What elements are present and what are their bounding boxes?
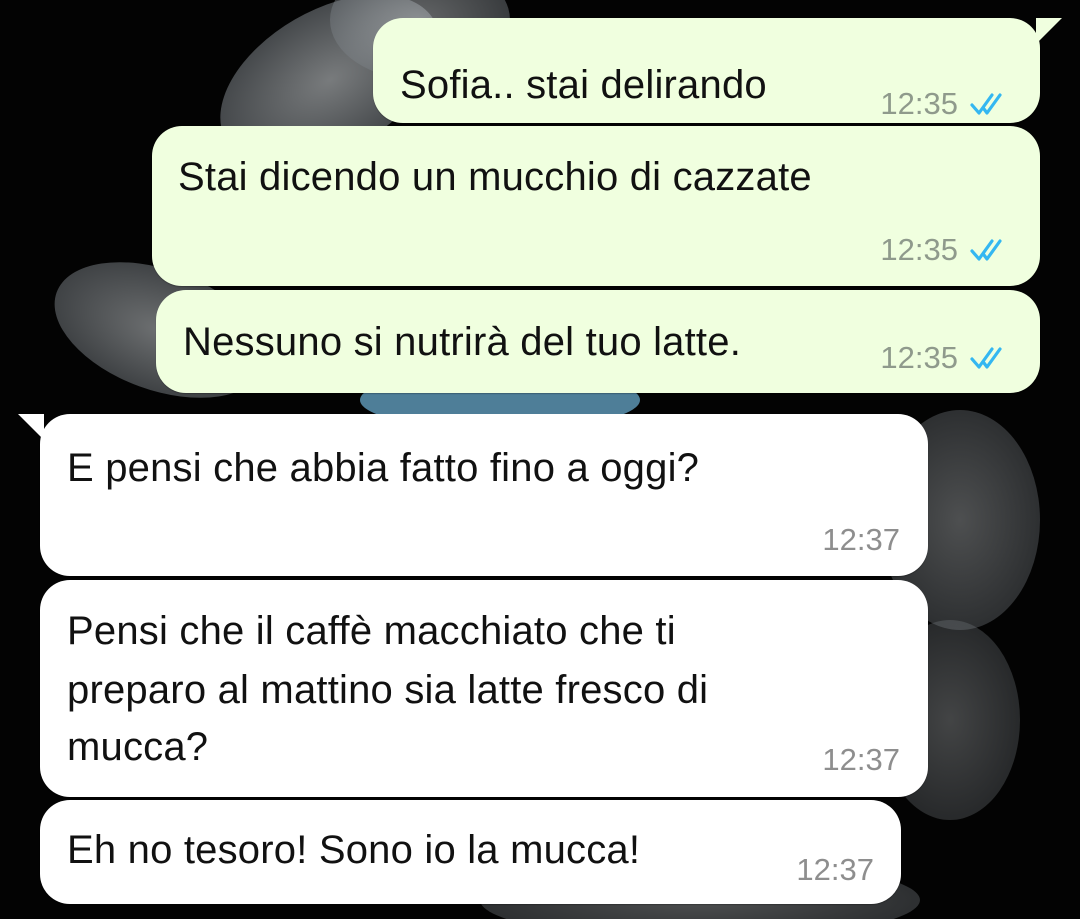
message-text: Sofia.. stai delirando [400, 63, 767, 107]
outgoing-message-bubble[interactable]: Nessuno si nutrirà del tuo latte. 12:35 [156, 290, 1040, 393]
message-meta: 12:37 [822, 742, 900, 778]
outgoing-message-bubble[interactable]: Stai dicendo un mucchio di cazzate 12:35 [152, 126, 1040, 286]
message-text-line: mucca? [67, 725, 209, 769]
message-text-line: Pensi che il caffè macchiato che ti [67, 609, 676, 653]
outgoing-message-bubble[interactable]: Sofia.. stai delirando 12:35 [373, 18, 1062, 123]
message-meta: 12:37 [796, 852, 874, 888]
message-time: 12:35 [880, 340, 958, 375]
message-time: 12:35 [880, 86, 958, 121]
message-time: 12:35 [880, 232, 958, 267]
bubble-tail [1036, 18, 1062, 44]
message-text: Stai dicendo un mucchio di cazzate [178, 155, 812, 199]
bubble-tail [18, 414, 44, 440]
chat-conversation: Sofia.. stai delirando 12:35 Stai dicend… [0, 0, 1080, 919]
message-text: E pensi che abbia fatto fino a oggi? [67, 446, 700, 490]
message-text: Eh no tesoro! Sono io la mucca! [67, 828, 641, 872]
read-double-check-icon [970, 347, 1002, 369]
message-time: 12:37 [822, 742, 900, 777]
message-text: Nessuno si nutrirà del tuo latte. [183, 320, 742, 364]
message-meta: 12:37 [822, 522, 900, 558]
message-time: 12:37 [822, 522, 900, 557]
incoming-message-bubble[interactable]: Eh no tesoro! Sono io la mucca! 12:37 [40, 800, 901, 904]
message-time: 12:37 [796, 852, 874, 887]
incoming-message-bubble[interactable]: E pensi che abbia fatto fino a oggi? 12:… [18, 414, 928, 576]
read-double-check-icon [970, 93, 1002, 115]
message-meta: 12:35 [880, 232, 1012, 268]
message-meta: 12:35 [880, 86, 1012, 122]
message-text-line: preparo al mattino sia latte fresco di [67, 668, 709, 712]
read-double-check-icon [970, 239, 1002, 261]
incoming-message-bubble[interactable]: Pensi che il caffè macchiato che ti prep… [40, 580, 928, 797]
message-meta: 12:35 [880, 340, 1012, 376]
